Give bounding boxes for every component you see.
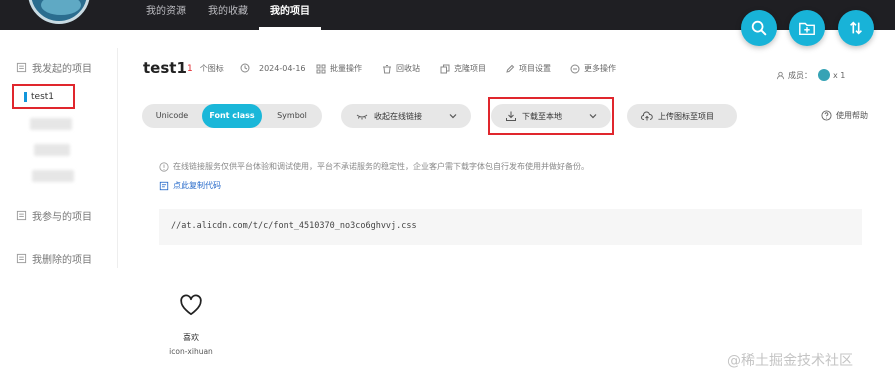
created-date-text: 2024-04-16: [259, 63, 306, 73]
info-icon: [159, 161, 169, 172]
sidebar-joined-label: 我参与的项目: [32, 212, 92, 223]
members-count: x 1: [833, 70, 846, 80]
online-link-notice: 在线链接服务仅供平台体验和调试使用，平台不承诺服务的稳定性，企业客户需下载字体包…: [159, 161, 589, 172]
collapse-online-link-button[interactable]: 收起在线链接: [341, 104, 471, 128]
nav-my-projects[interactable]: 我的项目: [259, 0, 321, 30]
nav-my-resources[interactable]: 我的资源: [135, 0, 197, 30]
trash-label: 回收站: [396, 64, 420, 73]
icon-code: icon-xihuan: [169, 347, 213, 356]
clone-project-label: 克隆项目: [454, 64, 486, 73]
icon-count-unit: 个图标: [199, 64, 224, 73]
copy-icon: [440, 64, 450, 73]
sidebar-created-label: 我发起的项目: [32, 64, 92, 75]
copy-code-link[interactable]: 点此复制代码: [159, 180, 221, 191]
top-nav: 我的资源 我的收藏 我的项目: [135, 0, 321, 30]
trash-icon: [383, 64, 391, 73]
sort-button[interactable]: [838, 10, 874, 46]
icon-card[interactable]: 喜欢 icon-xihuan: [160, 292, 222, 372]
clock-icon: [240, 63, 250, 73]
grid-icon: [316, 64, 326, 73]
trash-button[interactable]: 回收站: [382, 63, 420, 74]
notice-text: 在线链接服务仅供平台体验和调试使用，平台不承诺服务的稳定性，企业客户需下载字体包…: [173, 162, 589, 171]
icon-name: 喜欢: [183, 333, 199, 342]
copy-icon: [159, 181, 169, 190]
css-link-url[interactable]: //at.alicdn.com/t/c/font_4510370_no3co6g…: [171, 221, 417, 231]
project-book-icon: [16, 62, 27, 73]
member-icon: [776, 71, 785, 79]
search-button[interactable]: [741, 10, 777, 46]
created-date: 2024-04-16: [240, 63, 306, 73]
batch-operation-label: 批量操作: [330, 64, 362, 73]
collapse-online-link-label: 收起在线链接: [374, 111, 422, 121]
pencil-icon: [506, 64, 515, 73]
link-format-tabs: Unicode Font class Symbol: [142, 104, 322, 128]
cloud-upload-icon: [641, 111, 653, 121]
project-settings-label: 项目设置: [519, 64, 551, 73]
member-avatar[interactable]: [818, 69, 830, 81]
help-label: 使用帮助: [836, 111, 868, 120]
more-actions-label: 更多操作: [584, 64, 616, 73]
sidebar-project-label: test1: [31, 91, 55, 102]
help-link[interactable]: 使用帮助: [821, 110, 868, 121]
members-label: 成员：: [788, 70, 812, 80]
sidebar-deleted-label: 我删除的项目: [32, 255, 92, 266]
project-members[interactable]: 成员： x 1: [776, 69, 845, 81]
folder-add-icon: [799, 22, 815, 36]
heart-icon: [180, 294, 202, 316]
copy-code-label: 点此复制代码: [173, 181, 221, 190]
project-title: test1: [143, 59, 187, 77]
blurred-project-item[interactable]: [30, 118, 72, 130]
sidebar-joined-projects[interactable]: 我参与的项目: [16, 208, 92, 223]
upload-icons-button[interactable]: 上传图标至项目: [627, 104, 737, 128]
icon-count: 1 个图标: [187, 63, 224, 74]
sort-icon: [850, 21, 862, 35]
eye-closed-icon: [356, 114, 368, 120]
sidebar-created-projects[interactable]: 我发起的项目: [16, 60, 92, 75]
upload-icons-label: 上传图标至项目: [658, 111, 714, 121]
selected-indicator: [24, 91, 27, 102]
chevron-down-icon: [449, 114, 457, 119]
icon-count-number: 1: [187, 63, 193, 74]
project-book-icon: [16, 253, 27, 264]
css-link-box[interactable]: //at.alicdn.com/t/c/font_4510370_no3co6g…: [159, 209, 862, 245]
sidebar-deleted-projects[interactable]: 我删除的项目: [16, 251, 92, 266]
more-icon: [570, 64, 580, 73]
clone-project-button[interactable]: 克隆项目: [440, 63, 486, 74]
tab-unicode[interactable]: Unicode: [142, 104, 202, 128]
blurred-project-item[interactable]: [34, 144, 70, 156]
site-logo[interactable]: [28, 0, 90, 24]
help-icon: [821, 110, 832, 121]
blurred-project-item[interactable]: [32, 170, 74, 182]
project-sidebar: 我发起的项目 test1 我参与的项目 我删除的项目: [0, 48, 118, 268]
search-icon: [751, 20, 767, 36]
more-actions-button[interactable]: 更多操作: [570, 63, 616, 74]
batch-operation-button[interactable]: 批量操作: [316, 63, 362, 74]
sidebar-project-test1[interactable]: test1: [12, 84, 75, 109]
download-highlight-box: [488, 97, 614, 135]
new-project-button[interactable]: [789, 10, 825, 46]
project-settings-button[interactable]: 项目设置: [505, 63, 551, 74]
watermark: @稀土掘金技术社区: [727, 353, 853, 369]
tab-symbol[interactable]: Symbol: [262, 104, 322, 128]
nav-my-favorites[interactable]: 我的收藏: [197, 0, 259, 30]
project-book-icon: [16, 210, 27, 221]
tab-font-class[interactable]: Font class: [202, 104, 262, 128]
